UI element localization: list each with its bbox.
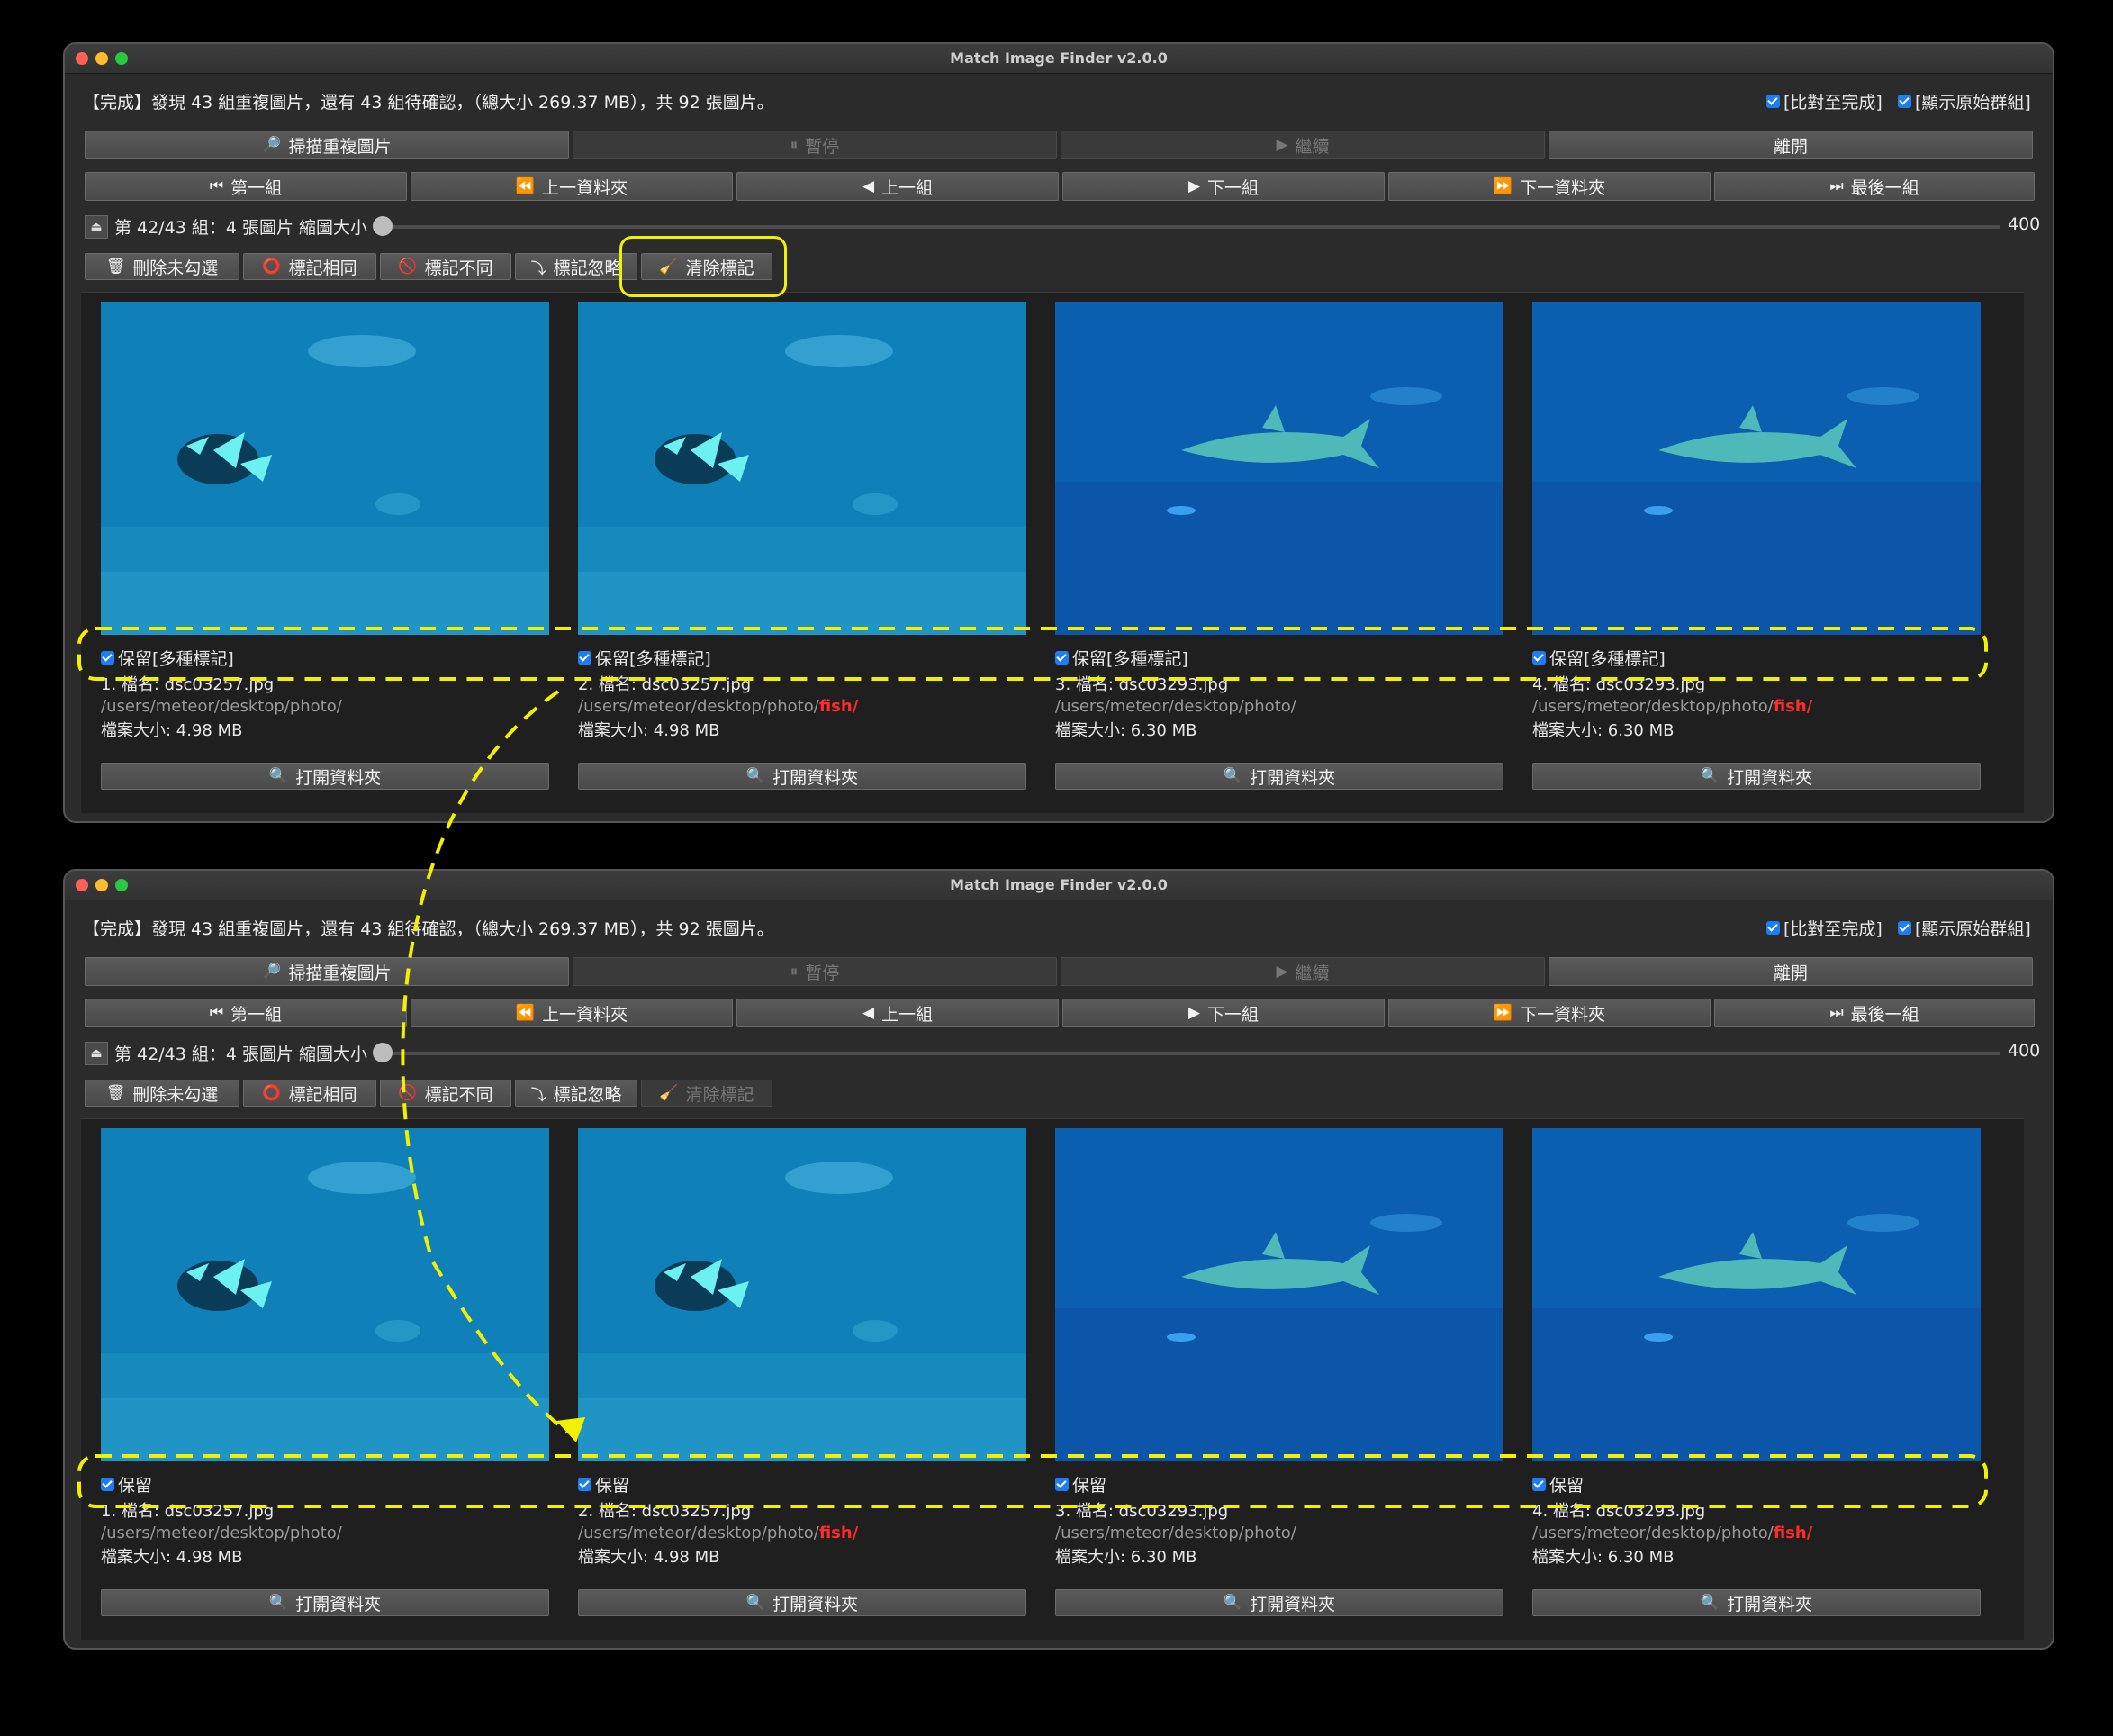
transition-arrow — [401, 690, 569, 1433]
keep-row-highlight-before — [77, 627, 1988, 681]
annotation-overlay — [77, 627, 1988, 1508]
arrow-head-icon — [556, 1417, 585, 1442]
keep-row-highlight-after — [77, 1454, 1988, 1508]
